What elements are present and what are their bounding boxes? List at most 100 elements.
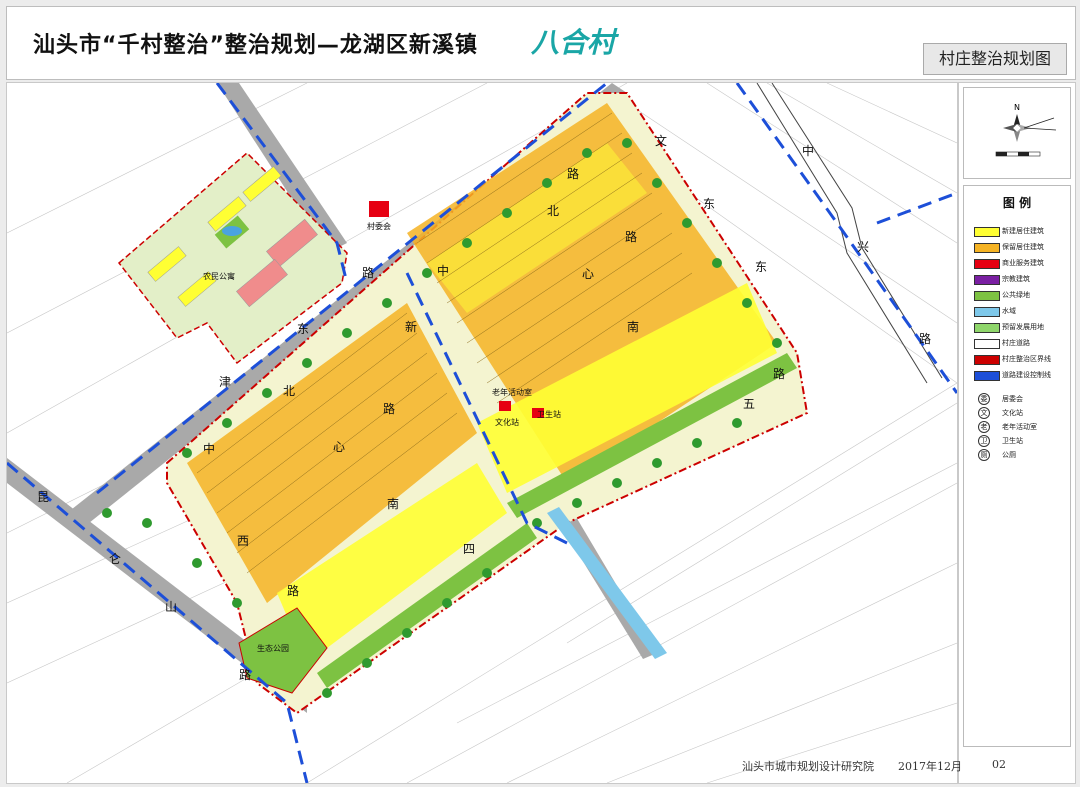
svg-text:仑: 仑 — [109, 552, 121, 566]
map-sheet: 汕头市“千村整治”整治规划—龙湖区新溪镇 八合村 村庄整治规划图 农民公寓 村委… — [0, 0, 1080, 787]
legend-swatch — [974, 227, 1000, 237]
farmer-apartment-label: 农民公寓 — [203, 271, 235, 281]
legend-title: 图 例 — [1002, 196, 1032, 210]
svg-text:路: 路 — [239, 667, 251, 682]
svg-text:南: 南 — [627, 319, 639, 334]
legend-label: 文化站 — [1002, 409, 1023, 417]
svg-text:心: 心 — [582, 267, 594, 281]
legend-label: 宗教建筑 — [1002, 275, 1030, 283]
svg-text:昆: 昆 — [37, 490, 49, 504]
legend-swatch — [974, 307, 1000, 317]
legend-swatch — [974, 355, 1000, 365]
svg-text:东: 东 — [297, 322, 309, 336]
legend-label: 道路建设控制线 — [1002, 371, 1051, 379]
legend-item: 商业服务建筑 — [974, 258, 1044, 269]
svg-text:西: 西 — [237, 534, 249, 548]
legend-label: 商业服务建筑 — [1002, 259, 1044, 267]
legend-label: 村庄道路 — [1002, 339, 1030, 347]
legend-symbol-item: 老 老年活动室 — [978, 421, 1037, 433]
legend-symbol-icon: 委 — [978, 393, 990, 405]
legend-label: 村庄整治区界线 — [1002, 355, 1051, 363]
svg-text:路: 路 — [919, 331, 931, 346]
svg-text:路: 路 — [567, 166, 579, 181]
village-name: 八合村 — [531, 26, 616, 59]
legend-symbol-item: 厕 公厕 — [978, 449, 1016, 461]
planning-map[interactable]: 农民公寓 村委会 老年活动室 文化站 卫生站 生态公园 文 路 东 路 中 兴 … — [6, 82, 958, 784]
legend-label: 预留发展用地 — [1002, 323, 1044, 331]
page-title: 汕头市“千村整治”整治规划—龙湖区新溪镇 — [33, 33, 478, 58]
svg-text:文: 文 — [655, 133, 667, 148]
svg-text:N: N — [1014, 103, 1020, 112]
legend-item: 新建居住建筑 — [974, 226, 1044, 237]
sheet-name: 村庄整治规划图 — [923, 43, 1067, 75]
svg-text:路: 路 — [383, 401, 395, 416]
legend-label: 公共绿地 — [1002, 291, 1030, 299]
legend-swatch — [974, 371, 1000, 381]
map-canvas: 农民公寓 村委会 老年活动室 文化站 卫生站 生态公园 文 路 东 路 中 兴 … — [7, 83, 957, 783]
legend-symbol-icon: 文 — [978, 407, 990, 419]
culture-station-building — [499, 401, 511, 411]
svg-text:北: 北 — [547, 204, 559, 218]
svg-text:中: 中 — [802, 143, 814, 158]
legend-swatch — [974, 339, 1000, 349]
legend-swatch — [974, 323, 1000, 333]
svg-text:四: 四 — [463, 542, 475, 556]
eco-park-label: 生态公园 — [257, 643, 289, 653]
legend-swatch — [974, 259, 1000, 269]
svg-text:路: 路 — [625, 229, 637, 244]
legend-symbol-item: 委 居委会 — [978, 393, 1023, 405]
legend: 图 例 新建居住建筑 保留居住建筑 商业服务建筑 宗教建筑公共绿地水域预留发展用地 村庄… — [963, 185, 1071, 747]
village-committee-label: 村委会 — [367, 221, 391, 231]
north-arrow-icon: N — [995, 103, 1057, 157]
svg-text:东: 东 — [755, 260, 767, 274]
svg-text:路: 路 — [362, 265, 374, 280]
svg-text:新: 新 — [405, 319, 417, 334]
side-panel: N 图 例 新建居住建筑 保留居住建筑 商业服务建筑 宗教建筑公共绿地水域预留发展用地… — [958, 82, 1076, 784]
legend-symbol-icon: 卫 — [978, 435, 990, 447]
footer-page: 02 — [992, 758, 1006, 771]
elder-center-label: 老年活动室 — [492, 387, 532, 397]
footer-date: 2017年12月 — [898, 760, 962, 773]
legend-symbol-icon: 老 — [978, 421, 990, 433]
legend-item: 道路建设控制线 — [974, 370, 1051, 381]
legend-label: 新建居住建筑 — [1002, 227, 1044, 235]
legend-item: 村庄道路 — [974, 338, 1030, 349]
svg-text:山: 山 — [165, 600, 177, 614]
legend-label: 保留居住建筑 — [1002, 243, 1044, 251]
village-committee-building — [369, 201, 389, 217]
health-station-label: 卫生站 — [537, 409, 561, 419]
svg-text:津: 津 — [219, 375, 231, 389]
legend-label: 公厕 — [1002, 451, 1016, 459]
legend-item: 公共绿地 — [974, 290, 1030, 301]
legend-item: 宗教建筑 — [974, 274, 1030, 285]
legend-symbol-icon: 厕 — [978, 449, 990, 461]
legend-symbol-item: 卫 卫生站 — [978, 435, 1023, 447]
svg-text:中: 中 — [437, 263, 449, 278]
footer: 汕头市城市规划设计研究院 2017年12月 02 — [730, 752, 1006, 778]
legend-swatch — [974, 291, 1000, 301]
legend-item: 村庄整治区界线 — [974, 354, 1051, 365]
svg-text:南: 南 — [387, 496, 399, 511]
footer-institute: 汕头市城市规划设计研究院 — [742, 760, 874, 773]
water-channel — [547, 507, 667, 659]
svg-text:心: 心 — [333, 440, 345, 454]
legend-label: 水域 — [1002, 307, 1016, 315]
legend-symbol-item: 文 文化站 — [978, 407, 1023, 419]
legend-label: 老年活动室 — [1002, 423, 1037, 431]
legend-swatch — [974, 243, 1000, 253]
legend-item: 水域 — [974, 306, 1016, 317]
svg-text:中: 中 — [203, 441, 215, 456]
legend-swatch — [974, 275, 1000, 285]
svg-text:五: 五 — [743, 397, 755, 411]
legend-label: 卫生站 — [1002, 437, 1023, 445]
svg-text:路: 路 — [773, 366, 785, 381]
compass-box: N — [963, 87, 1071, 179]
svg-text:路: 路 — [287, 583, 299, 598]
title-bar: 汕头市“千村整治”整治规划—龙湖区新溪镇 八合村 村庄整治规划图 — [6, 6, 1076, 80]
svg-text:兴: 兴 — [857, 240, 869, 254]
legend-item: 预留发展用地 — [974, 322, 1044, 333]
legend-label: 居委会 — [1002, 395, 1023, 403]
svg-text:北: 北 — [283, 384, 295, 398]
legend-item: 保留居住建筑 — [974, 242, 1044, 253]
svg-text:东: 东 — [703, 197, 715, 211]
